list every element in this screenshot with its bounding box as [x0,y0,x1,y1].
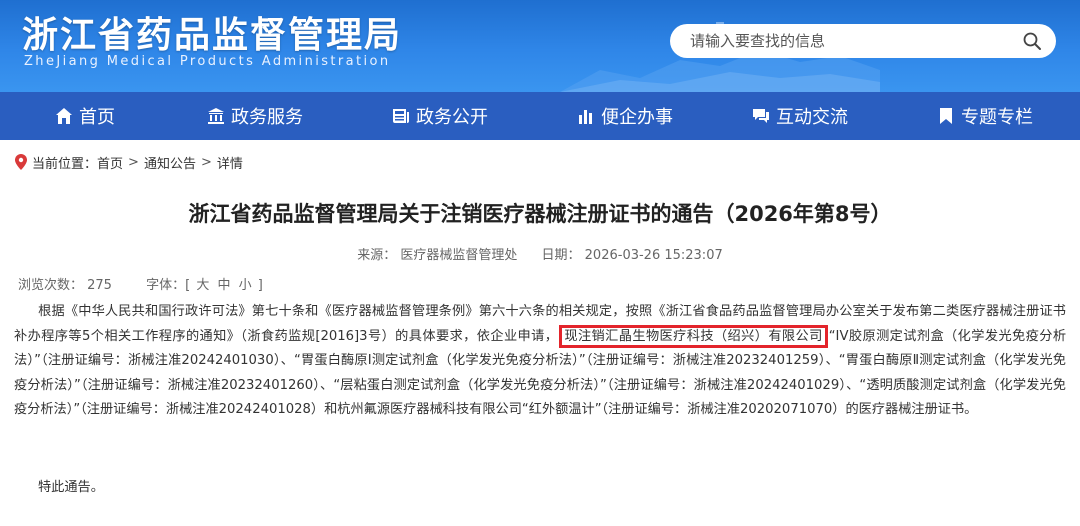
article-meta: 来源： 医疗器械监督管理处 日期： 2026-03-26 15:23:07 [0,244,1080,263]
nav-label: 互动交流 [776,107,848,128]
font-size-controls: 字体：[ 大 中 小 ] [146,278,263,293]
home-icon [56,108,72,124]
search-input[interactable] [690,32,1022,50]
article-date: 日期： 2026-03-26 15:23:07 [541,248,723,263]
breadcrumb-link-home[interactable]: 首页 [97,153,123,172]
font-size-label: 字体：[ [146,278,191,293]
site-title: 浙江省药品监督管理局 [22,15,403,56]
article-closing: 特此通告。 [38,480,104,495]
breadcrumb-current: 详情 [216,156,243,172]
article-tools: 浏览次数： 275 字体：[ 大 中 小 ] [18,274,263,293]
nav-item-special-topics[interactable]: 专题专栏 [890,92,1080,140]
nav-label: 专题专栏 [961,107,1033,128]
font-size-small-button[interactable]: 小 [239,278,252,293]
nav-label: 政务服务 [231,107,303,128]
chart-icon [579,110,592,124]
search-icon[interactable] [1022,31,1042,51]
site-subtitle: ZheJiang Medical Products Administration [24,54,391,69]
highlighted-company-name: 现注销汇晶生物医疗科技（绍兴）有限公司 [559,324,828,348]
nav-item-home[interactable]: 首页 [0,92,170,140]
nav-label: 政务公开 [416,107,488,128]
nav-item-government-services[interactable]: 政务服务 [170,92,340,140]
location-pin-icon [15,154,27,170]
article-body: 根据《中华人民共和国行政许可法》第七十条和《医疗器械监督管理条例》第六十六条的相… [14,300,1066,423]
newspaper-icon [393,109,409,123]
bank-icon [208,108,224,124]
breadcrumb-separator: > [200,154,212,170]
font-size-medium-button[interactable]: 中 [217,278,230,293]
view-count: 浏览次数： 275 [18,278,112,293]
breadcrumb: 当前位置： 首页 > 通知公告 > 详情 [14,152,243,172]
article-source: 来源： 医疗器械监督管理处 [357,248,518,263]
article-title: 浙江省药品监督管理局关于注销医疗器械注册证书的通告（2026年第8号） [188,202,892,226]
font-size-bracket: ] [257,278,263,293]
nav-label: 首页 [79,107,115,128]
nav-item-interaction[interactable]: 互动交流 [710,92,890,140]
font-size-large-button[interactable]: 大 [196,278,209,293]
nav-item-enterprise-services[interactable]: 便企办事 [540,92,710,140]
main-nav: 首页 政务服务 政务公开 便企办事 互动交流 专题专栏 [0,92,1080,140]
site-header: 浙江省药品监督管理局 ZheJiang Medical Products Adm… [0,0,1080,92]
nav-label: 便企办事 [601,107,673,128]
breadcrumb-prefix: 当前位置： [32,156,98,172]
breadcrumb-link-notices[interactable]: 通知公告 [144,153,196,172]
breadcrumb-separator: > [128,154,139,170]
bookmark-icon [940,108,952,124]
search-box[interactable] [670,24,1056,58]
chat-icon [753,109,769,123]
nav-item-government-affairs[interactable]: 政务公开 [340,92,540,140]
